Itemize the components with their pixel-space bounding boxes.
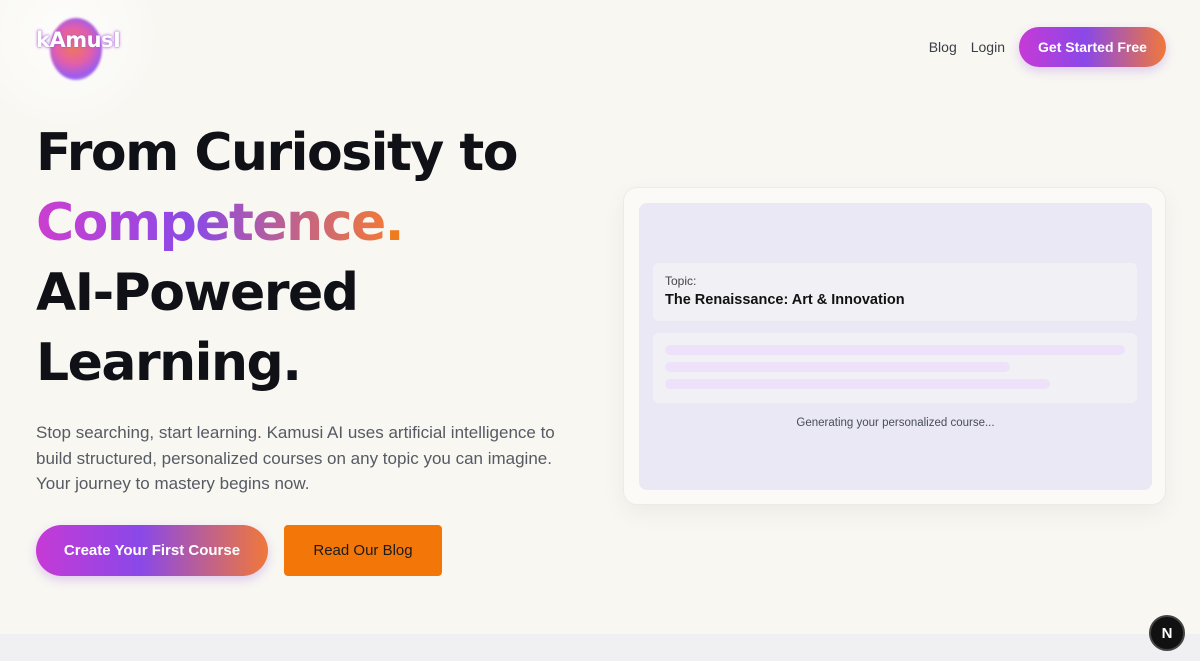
headline-gradient-word: Competence [36, 188, 386, 258]
skeleton-line [665, 345, 1125, 355]
nav-blog-link[interactable]: Blog [929, 39, 957, 55]
course-preview-card: Topic: The Renaissance: Art & Innovation… [623, 187, 1166, 505]
brand-logo[interactable]: kAmusI [36, 12, 121, 84]
topic-label: Topic: [665, 274, 697, 288]
top-nav: Blog Login Get Started Free [929, 27, 1166, 67]
topic-value: The Renaissance: Art & Innovation [665, 292, 905, 308]
create-course-button[interactable]: Create Your First Course [36, 525, 268, 576]
hero-headline: From Curiosity to Competence. AI-Powered… [36, 118, 518, 398]
next-section-band [0, 634, 1200, 661]
headline-line-4: Learning. [36, 333, 302, 393]
headline-line-1: From Curiosity to [36, 123, 518, 183]
skeleton-line [665, 362, 1010, 372]
hero-description: Stop searching, start learning. Kamusi A… [36, 423, 555, 493]
dev-tools-badge[interactable]: N [1149, 615, 1185, 651]
logo-text: kAmusI [36, 28, 121, 52]
nav-login-link[interactable]: Login [971, 39, 1005, 55]
headline-dot: . [384, 193, 405, 253]
loading-skeleton [653, 333, 1137, 403]
generation-status: Generating your personalized course... [796, 417, 995, 429]
preview-panel: Topic: The Renaissance: Art & Innovation… [639, 203, 1152, 490]
headline-line-3: AI-Powered [36, 263, 359, 323]
read-blog-button[interactable]: Read Our Blog [284, 525, 442, 576]
get-started-button[interactable]: Get Started Free [1019, 27, 1166, 67]
topic-box: Topic: The Renaissance: Art & Innovation [653, 263, 1137, 321]
skeleton-line [665, 379, 1050, 389]
headline-line-2: Competence. [36, 188, 517, 258]
